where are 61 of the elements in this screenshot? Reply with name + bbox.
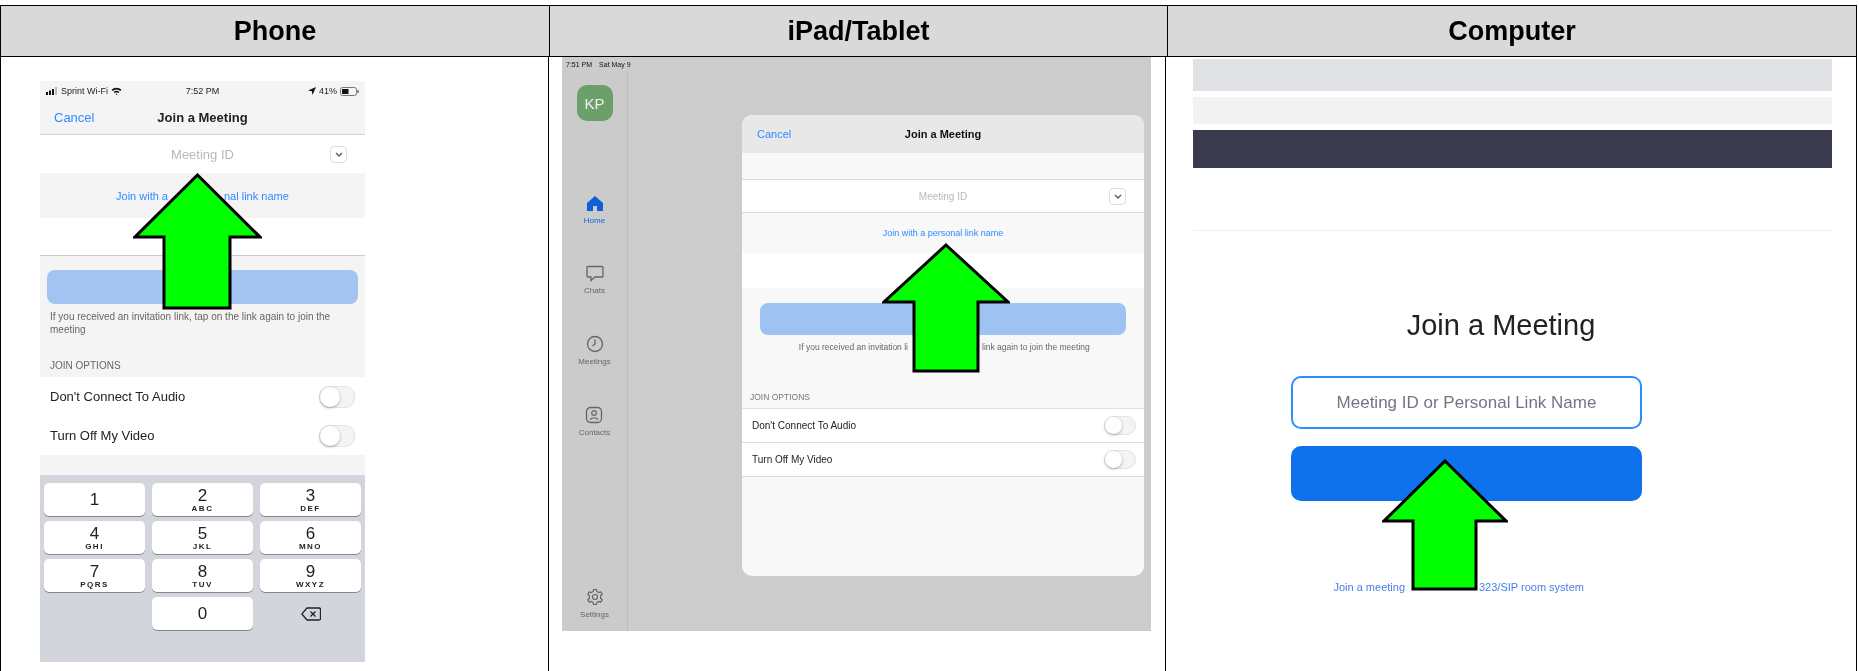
keypad-key[interactable]: 7 PQRS [44, 559, 145, 592]
option-label: Don't Connect To Audio [752, 420, 857, 431]
chevron-icon[interactable] [334, 151, 343, 157]
personal-link[interactable]: Join with a personal link name [882, 228, 1004, 238]
location-icon [308, 87, 316, 95]
chat-bubble-icon[interactable] [585, 265, 604, 282]
backspace-icon[interactable] [300, 606, 321, 621]
keypad-key[interactable]: 5 JKL [152, 521, 253, 554]
section-heading: JOIN OPTIONS [49, 359, 122, 373]
sidebar-label[interactable]: Home [583, 216, 606, 225]
chevron-icon[interactable] [1113, 193, 1122, 199]
wifi-icon [111, 87, 122, 95]
hint-text: If you received an invitation li [798, 342, 908, 352]
option-label: Don't Connect To Audio [50, 389, 186, 404]
hint-text: link again to join the meeting [982, 342, 1091, 352]
meeting-id-field[interactable]: Meeting ID [120, 145, 285, 163]
sidebar-label[interactable]: Settings [580, 610, 609, 619]
keypad-key[interactable]: 4 GHI [44, 521, 145, 554]
toggle-switch[interactable] [1104, 416, 1136, 435]
room-system-link[interactable]: 323/SIP room system [1479, 581, 1642, 593]
keypad-key[interactable]: 0 [152, 597, 253, 630]
column-heading: Computer [1447, 14, 1577, 48]
clock-icon[interactable] [585, 335, 604, 353]
contact-icon[interactable] [585, 406, 604, 424]
hint-text: If you received an invitation link, tap on the link again to join the meeting [49, 310, 332, 336]
sidebar-label[interactable]: Meetings [578, 357, 611, 366]
keypad-key[interactable]: 2 ABC [152, 483, 253, 516]
toggle-switch[interactable] [319, 424, 355, 447]
option-label: Turn Off My Video [752, 454, 833, 465]
personal-link[interactable]: nal link name [224, 189, 365, 202]
home-icon[interactable] [585, 195, 604, 212]
column-heading: iPad/Tablet [550, 6, 1168, 56]
join-button[interactable] [1291, 446, 1642, 501]
toggle-switch[interactable] [1104, 450, 1136, 469]
sidebar-label[interactable]: Contacts [578, 428, 611, 437]
cancel-button[interactable]: Cancel [757, 128, 792, 140]
battery-icon [340, 86, 359, 96]
keypad-key[interactable]: 8 TUV [152, 559, 253, 592]
toggle-switch[interactable] [319, 385, 355, 408]
battery-percent: 41% [319, 86, 337, 96]
keypad-key[interactable]: 1 [44, 483, 145, 516]
column-heading: Phone [1, 6, 550, 56]
meeting-id-field[interactable]: Meeting ID or Personal Link Name [1291, 376, 1642, 429]
carrier-name: Sprint Wi-Fi [61, 86, 108, 96]
option-label: Turn Off My Video [50, 428, 155, 443]
avatar[interactable]: KP [576, 85, 613, 121]
sidebar-label[interactable]: Chats [584, 286, 605, 295]
meeting-id-field[interactable]: Meeting ID [881, 189, 1005, 203]
cancel-button[interactable]: Cancel [54, 110, 95, 125]
dialog-title: Join a Meeting [904, 128, 982, 140]
keypad-key[interactable]: 9 WXYZ [260, 559, 361, 592]
signal-icon [46, 87, 58, 95]
screen-title: Join a Meeting [157, 110, 248, 125]
personal-link[interactable]: Join with a [116, 189, 168, 202]
room-system-link[interactable]: Join a meeting [1333, 581, 1405, 593]
keypad-key[interactable]: 3 DEF [260, 483, 361, 516]
status-time: 7:52 PM [185, 86, 220, 96]
settings-icon[interactable] [585, 588, 604, 606]
keypad-key[interactable]: 6 MNO [260, 521, 361, 554]
page-title: Join a Meeting [1405, 309, 1597, 342]
section-heading: JOIN OPTIONS [749, 391, 811, 404]
